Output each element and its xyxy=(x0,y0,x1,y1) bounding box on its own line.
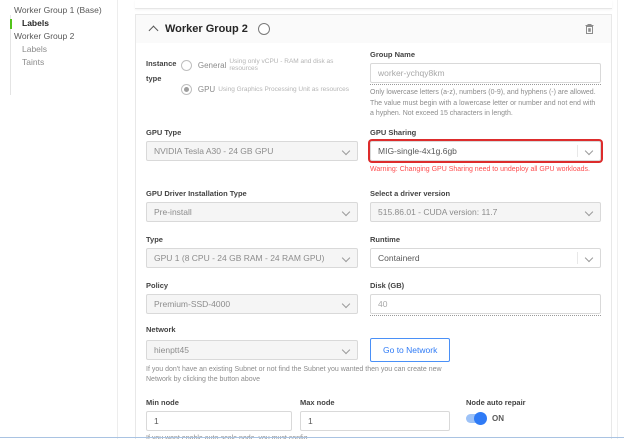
gpu-driver-type-select: Pre-install xyxy=(146,202,358,222)
previous-card-edge xyxy=(135,0,612,9)
runtime-value: Containerd xyxy=(378,253,420,263)
dotted-underline xyxy=(370,315,601,316)
sidebar: Worker Group 1 (Base) Labels Worker Grou… xyxy=(0,0,118,439)
type-value: GPU 1 (8 CPU - 24 GB RAM - 24 RAM GPU) xyxy=(154,253,325,263)
chevron-down-icon xyxy=(342,207,350,215)
radio-general: General Using only vCPU - RAM and disk a… xyxy=(181,58,358,72)
policy-select: Premium-SSD-4000 xyxy=(146,294,358,314)
bottom-border xyxy=(0,437,624,438)
node-auto-repair-label: Node auto repair xyxy=(466,398,601,407)
radio-gpu-desc: Using Graphics Processing Unit as resour… xyxy=(218,86,349,93)
min-node-input[interactable]: 1 xyxy=(146,411,292,431)
gpu-sharing-warning: Warning: Changing GPU Sharing need to un… xyxy=(370,166,601,173)
driver-version-field: Select a driver version 515.86.01 - CUDA… xyxy=(370,189,601,222)
network-field: Network hienptt45 Go to Network If you d… xyxy=(146,325,601,386)
panel-title: Worker Group 2 xyxy=(165,23,248,35)
delete-worker-group-icon[interactable] xyxy=(584,23,595,35)
policy-value: Premium-SSD-4000 xyxy=(154,299,230,309)
chevron-down-icon xyxy=(342,146,350,154)
node-auto-repair-toggle[interactable] xyxy=(466,414,485,423)
dotted-underline xyxy=(370,84,601,85)
gpu-type-field: GPU Type NVIDIA Tesla A30 - 24 GB GPU xyxy=(146,128,358,173)
gpu-sharing-field: GPU Sharing MIG-single-4x1g.6gb Warning:… xyxy=(370,128,601,173)
go-to-network-button[interactable]: Go to Network xyxy=(370,338,450,362)
select-separator xyxy=(577,252,578,264)
network-select: hienptt45 xyxy=(146,340,358,360)
group-name-label: Group Name xyxy=(370,50,601,59)
disk-label: Disk (GB) xyxy=(370,281,601,290)
group-name-help: Only lowercase letters (a-z), numbers (0… xyxy=(370,88,601,120)
policy-label: Policy xyxy=(146,281,358,290)
runtime-label: Runtime xyxy=(370,235,601,244)
network-label: Network xyxy=(146,325,601,334)
min-node-field: Min node 1 If you want enable auto-scale… xyxy=(146,398,292,439)
collapse-icon[interactable] xyxy=(149,26,159,36)
chevron-down-icon xyxy=(342,345,350,353)
max-node-label: Max node xyxy=(300,398,450,407)
select-separator xyxy=(577,145,578,157)
group-name-field: Group Name worker-ychqy8km Only lowercas… xyxy=(370,50,601,120)
gpu-driver-type-value: Pre-install xyxy=(154,207,192,217)
form: Instance type General Using only vCPU - … xyxy=(136,43,611,439)
sidebar-item-worker-group-2[interactable]: Worker Group 2 xyxy=(0,30,117,43)
worker-group-config-screen: Worker Group 1 (Base) Labels Worker Grou… xyxy=(0,0,624,439)
radio-gpu-name: GPU xyxy=(198,85,215,94)
gpu-sharing-value: MIG-single-4x1g.6gb xyxy=(378,146,457,156)
instance-type-field: Instance type General Using only vCPU - … xyxy=(146,50,358,120)
nodes-row: Min node 1 If you want enable auto-scale… xyxy=(146,398,601,439)
type-label: Type xyxy=(146,235,358,244)
panel-right-border xyxy=(617,0,618,439)
gpu-sharing-label: GPU Sharing xyxy=(370,128,601,137)
chevron-down-icon xyxy=(342,299,350,307)
gpu-type-select: NVIDIA Tesla A30 - 24 GB GPU xyxy=(146,141,358,161)
status-circle-icon xyxy=(258,23,270,35)
gpu-driver-type-label: GPU Driver Installation Type xyxy=(146,189,358,198)
main-panel: Worker Group 2 Instance type xyxy=(135,0,612,439)
max-node-input[interactable]: 1 xyxy=(300,411,450,431)
sidebar-item-labels-2[interactable]: Labels xyxy=(0,43,117,56)
network-help: If you don't have an existing Subnet or … xyxy=(146,365,446,386)
radio-gpu: GPU Using Graphics Processing Unit as re… xyxy=(181,84,358,95)
active-indicator xyxy=(10,19,12,29)
gpu-type-value: NVIDIA Tesla A30 - 24 GB GPU xyxy=(154,146,273,156)
radio-general-circle-icon xyxy=(181,60,192,71)
policy-field: Policy Premium-SSD-4000 xyxy=(146,281,358,316)
type-field: Type GPU 1 (8 CPU - 24 GB RAM - 24 RAM G… xyxy=(146,235,358,268)
radio-general-desc: Using only vCPU - RAM and disk as resour… xyxy=(229,58,358,72)
node-auto-repair-field: Node auto repair ON xyxy=(458,398,601,439)
group-name-input[interactable]: worker-ychqy8km xyxy=(370,63,601,83)
chevron-down-icon xyxy=(585,146,593,154)
driver-version-label: Select a driver version xyxy=(370,189,601,198)
driver-version-select: 515.86.01 - CUDA version: 11.7 xyxy=(370,202,601,222)
sidebar-item-labels-1[interactable]: Labels xyxy=(0,17,117,30)
instance-type-label: Instance type xyxy=(146,50,181,120)
toggle-state: ON xyxy=(492,414,504,423)
sidebar-item-taints[interactable]: Taints xyxy=(0,56,117,69)
min-node-label: Min node xyxy=(146,398,292,407)
radio-general-name: General xyxy=(198,61,226,70)
worker-group-2-card: Worker Group 2 Instance type xyxy=(135,14,612,439)
max-node-field: Max node 1 xyxy=(300,398,450,439)
disk-field: Disk (GB) 40 xyxy=(370,281,601,316)
chevron-down-icon xyxy=(585,253,593,261)
radio-gpu-circle-icon xyxy=(181,84,192,95)
toggle-knob xyxy=(474,412,487,425)
runtime-select[interactable]: Containerd xyxy=(370,248,601,268)
gpu-type-label: GPU Type xyxy=(146,128,358,137)
sidebar-item-worker-group-1[interactable]: Worker Group 1 (Base) xyxy=(0,4,117,17)
network-value: hienptt45 xyxy=(154,345,189,355)
disk-input[interactable]: 40 xyxy=(370,294,601,314)
chevron-down-icon xyxy=(585,207,593,215)
type-select: GPU 1 (8 CPU - 24 GB RAM - 24 RAM GPU) xyxy=(146,248,358,268)
runtime-field: Runtime Containerd xyxy=(370,235,601,268)
gpu-sharing-select[interactable]: MIG-single-4x1g.6gb xyxy=(370,141,601,161)
gpu-driver-type-field: GPU Driver Installation Type Pre-install xyxy=(146,189,358,222)
card-header: Worker Group 2 xyxy=(136,15,611,43)
chevron-down-icon xyxy=(342,253,350,261)
driver-version-value: 515.86.01 - CUDA version: 11.7 xyxy=(378,207,497,217)
